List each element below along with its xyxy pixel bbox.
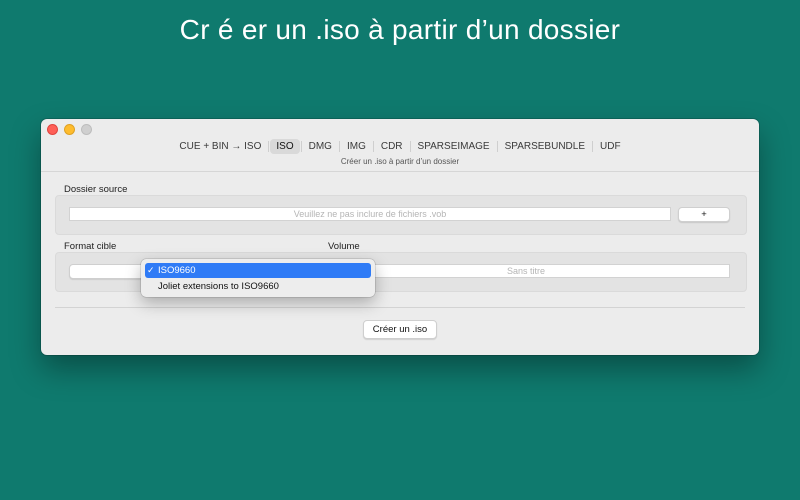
tab-dmg[interactable]: DMG: [303, 139, 338, 154]
create-iso-button[interactable]: Créer un .iso: [363, 320, 437, 339]
header-divider: [41, 171, 759, 172]
volume-name-field[interactable]: [322, 264, 730, 278]
tab-separator: [300, 141, 302, 152]
app-window: CUE + BIN → ISO ISO DMG IMG CDR SPARSEIM…: [41, 119, 759, 355]
format-label: Format cible: [64, 241, 117, 252]
tab-separator: [409, 141, 411, 152]
window-controls: [47, 124, 92, 135]
source-group: +: [55, 195, 747, 235]
menu-item-iso9660[interactable]: ✓ ISO9660: [145, 263, 371, 278]
page-headline: Cr é er un .iso à partir d’un dossier: [179, 14, 621, 45]
source-label: Dossier source: [64, 184, 128, 195]
format-dropdown-menu: ✓ ISO9660 Joliet extensions to ISO9660: [141, 259, 375, 297]
tab-separator: [372, 141, 374, 152]
tab-separator: [338, 141, 340, 152]
tab-cdr[interactable]: CDR: [375, 139, 409, 154]
tab-cue-bin[interactable]: CUE + BIN → ISO: [173, 139, 267, 154]
tab-iso[interactable]: ISO: [270, 139, 300, 154]
format-tabs: CUE + BIN → ISO ISO DMG IMG CDR SPARSEIM…: [41, 139, 759, 154]
zoom-icon[interactable]: [81, 124, 92, 135]
tab-sparseimage[interactable]: SPARSEIMAGE: [412, 139, 496, 154]
menu-item-label: ISO9660: [158, 265, 196, 276]
close-icon[interactable]: [47, 124, 58, 135]
source-path-field[interactable]: [69, 207, 671, 221]
tab-sparsebundle[interactable]: SPARSEBUNDLE: [499, 139, 591, 154]
tab-img[interactable]: IMG: [341, 139, 372, 154]
volume-label: Volume: [328, 241, 360, 252]
tab-subtitle: Créer un .iso à partir d’un dossier: [340, 157, 460, 166]
tab-separator: [592, 141, 593, 152]
minimize-icon[interactable]: [64, 124, 75, 135]
tab-udf[interactable]: UDF: [594, 139, 627, 154]
tab-separator: [268, 141, 270, 152]
add-source-button[interactable]: +: [678, 207, 730, 222]
checkmark-icon: ✓: [147, 265, 155, 275]
tab-separator: [496, 141, 498, 152]
menu-item-joliet[interactable]: Joliet extensions to ISO9660: [145, 279, 371, 294]
footer-divider: [55, 307, 745, 308]
menu-item-label: Joliet extensions to ISO9660: [158, 281, 279, 292]
